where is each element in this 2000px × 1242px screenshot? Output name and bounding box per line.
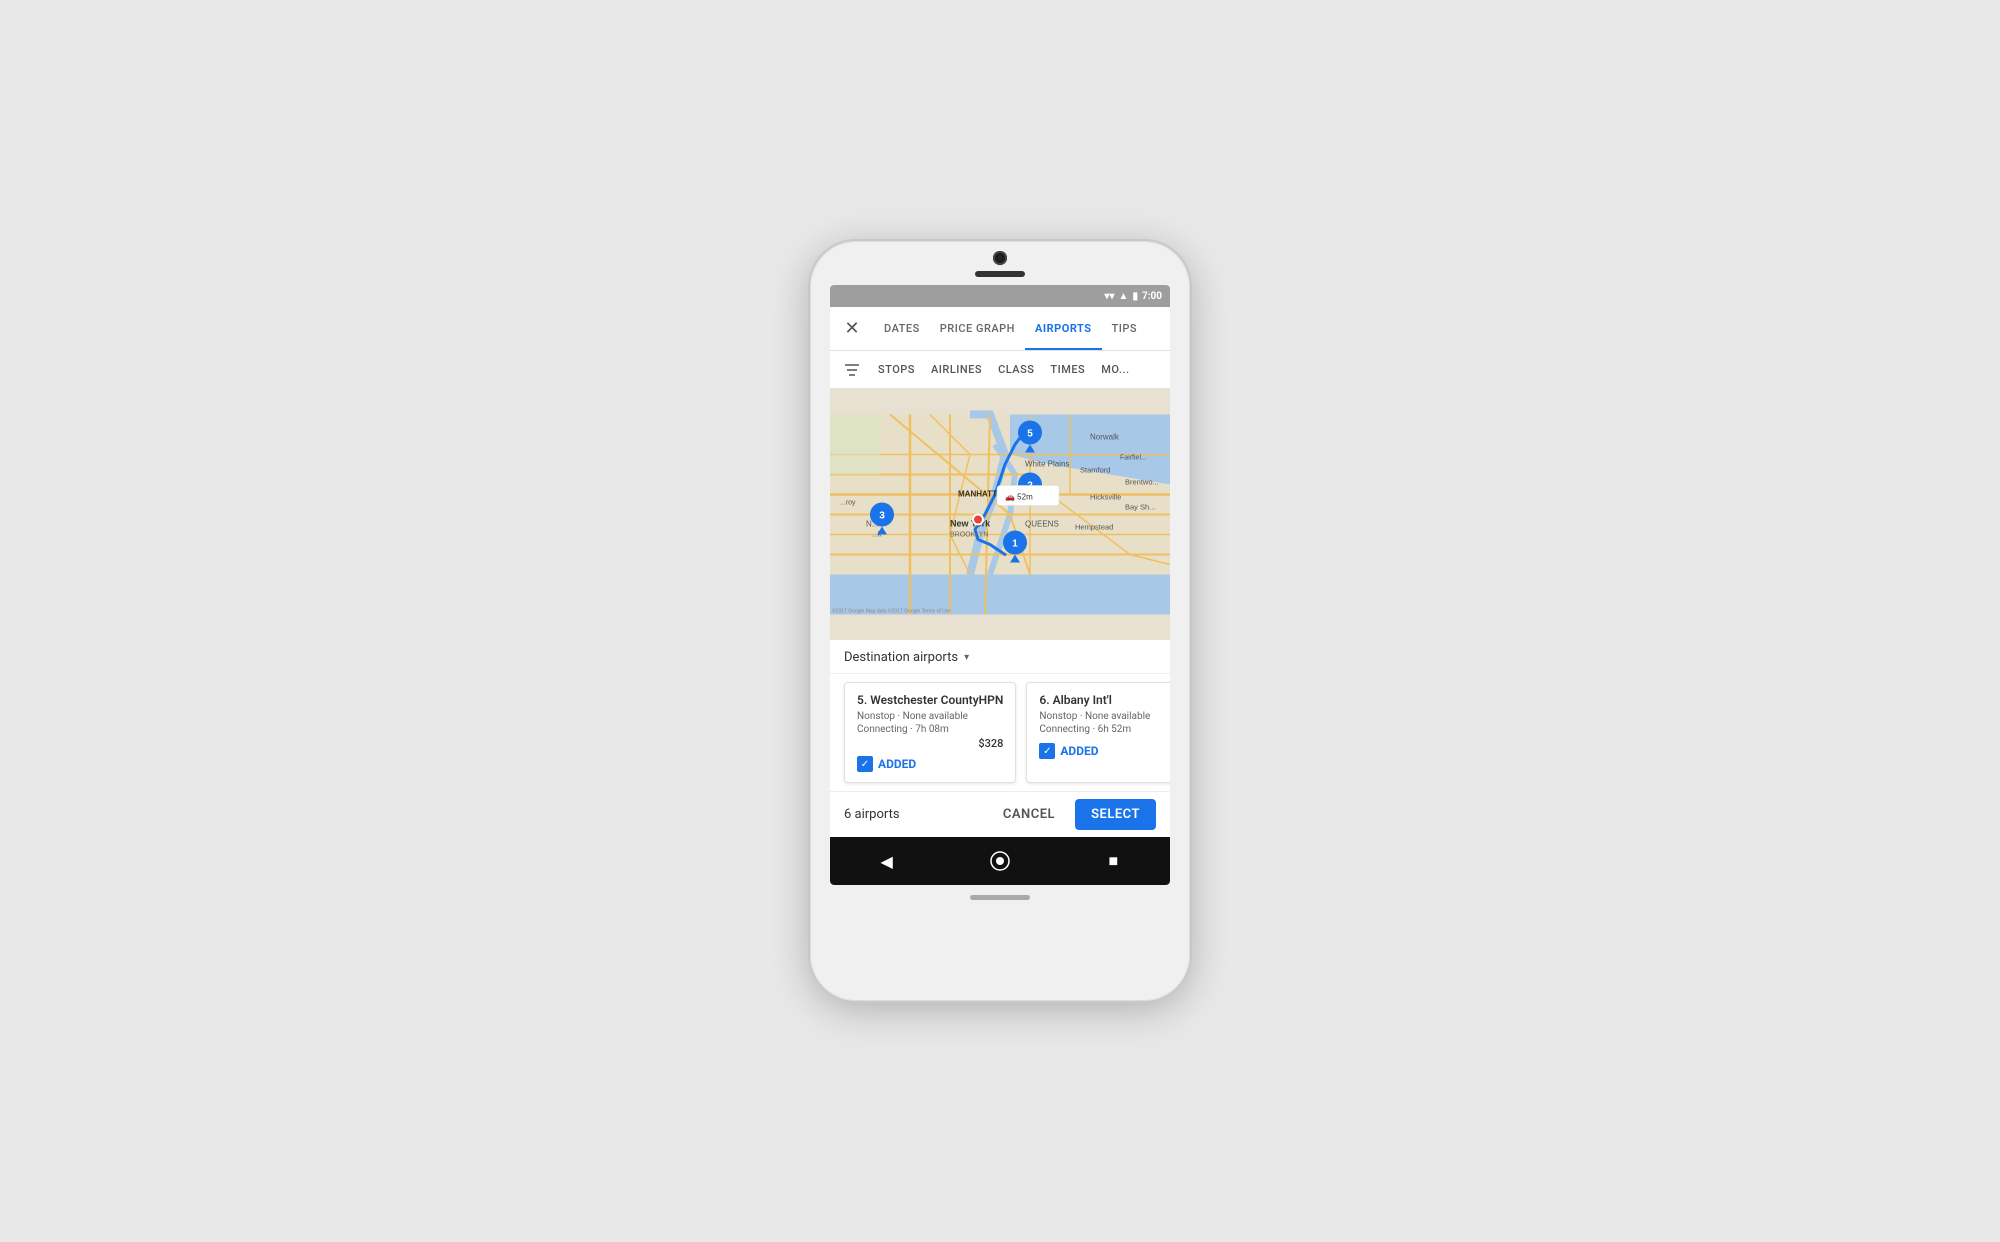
checkbox-hpn[interactable]: ✓	[857, 756, 873, 772]
card-alb-nonstop: Nonstop · None available	[1039, 711, 1170, 722]
airports-count: 6 airports	[844, 807, 900, 822]
airport-cards-list: 5. Westchester County HPN Nonstop · None…	[830, 674, 1170, 791]
svg-text:New York: New York	[950, 519, 991, 529]
top-nav: ✕ DATES PRICE GRAPH AIRPORTS TIPS	[830, 307, 1170, 351]
back-button[interactable]: ◀	[867, 841, 907, 881]
card-hpn-nonstop: Nonstop · None available	[857, 711, 1003, 722]
action-buttons: CANCEL SELECT	[995, 799, 1156, 830]
status-bar: ▾▾ ▲ ▮ 7:00	[830, 285, 1170, 307]
svg-text:1: 1	[1012, 539, 1018, 550]
filter-more[interactable]: MO...	[1093, 351, 1137, 389]
svg-text:Fairfiel...: Fairfiel...	[1120, 455, 1147, 462]
filter-bar: STOPS AIRLINES CLASS TIMES MO...	[830, 351, 1170, 389]
cancel-button[interactable]: CANCEL	[995, 801, 1063, 828]
close-button[interactable]: ✕	[830, 307, 874, 351]
bottom-panel: Destination airports ▾ 5. Westchester Co…	[830, 640, 1170, 837]
airport-card-hpn[interactable]: 5. Westchester County HPN Nonstop · None…	[844, 682, 1016, 783]
checkbox-alb[interactable]: ✓	[1039, 743, 1055, 759]
card-hpn-connecting: Connecting · 7h 08m	[857, 724, 1003, 735]
svg-text:©2017 Google Map data ©2017 Go: ©2017 Google Map data ©2017 Google Terms…	[832, 608, 951, 615]
svg-text:3: 3	[879, 511, 885, 522]
card-hpn-price: $328	[857, 737, 1003, 750]
filter-icon[interactable]	[834, 351, 870, 389]
card-alb-added[interactable]: ✓ ADDED	[1039, 743, 1170, 759]
phone-bottom-bar	[810, 885, 1190, 916]
status-icons: ▾▾ ▲ ▮ 7:00	[1105, 291, 1163, 302]
recents-button[interactable]: ■	[1093, 841, 1133, 881]
tab-price-graph[interactable]: PRICE GRAPH	[930, 307, 1025, 350]
home-button[interactable]	[980, 841, 1020, 881]
card-alb-header: 6. Albany Int'l	[1039, 693, 1170, 707]
svg-text:5: 5	[1027, 429, 1033, 440]
svg-text:🚗 52m: 🚗 52m	[1005, 493, 1033, 502]
svg-text:...roy: ...roy	[840, 500, 856, 507]
svg-text:Bay Sh...: Bay Sh...	[1125, 503, 1155, 512]
card-hpn-code: HPN	[979, 693, 1004, 707]
destination-label: Destination airports	[844, 650, 958, 665]
signal-icon: ▲	[1119, 291, 1129, 302]
tab-airports[interactable]: AIRPORTS	[1025, 307, 1102, 350]
bottom-nav: ◀ ■	[830, 837, 1170, 885]
svg-text:BROOKLYN: BROOKLYN	[950, 532, 988, 539]
card-hpn-header: 5. Westchester County HPN	[857, 693, 1003, 707]
added-label-hpn: ADDED	[878, 757, 916, 771]
card-hpn-name: 5. Westchester County	[857, 693, 979, 707]
added-label-alb: ADDED	[1060, 744, 1098, 758]
svg-text:Stamford: Stamford	[1080, 466, 1110, 475]
svg-text:Norwalk: Norwalk	[1090, 433, 1120, 442]
card-hpn-added[interactable]: ✓ ADDED	[857, 756, 1003, 772]
tab-dates[interactable]: DATES	[874, 307, 930, 350]
time-display: 7:00	[1142, 291, 1162, 302]
wifi-icon: ▾▾	[1105, 291, 1115, 302]
filter-tabs: STOPS AIRLINES CLASS TIMES MO...	[870, 351, 1166, 389]
check-icon-alb: ✓	[1043, 746, 1051, 757]
phone-frame: ▾▾ ▲ ▮ 7:00 ✕ DATES PRICE GRAPH AIRPORTS…	[810, 241, 1190, 1001]
check-icon: ✓	[861, 759, 869, 770]
svg-text:Brentwo...: Brentwo...	[1125, 478, 1159, 487]
filter-times[interactable]: TIMES	[1042, 351, 1093, 389]
select-button[interactable]: SELECT	[1075, 799, 1156, 830]
nav-tabs: DATES PRICE GRAPH AIRPORTS TIPS	[874, 307, 1170, 350]
destination-header[interactable]: Destination airports ▾	[830, 640, 1170, 674]
svg-text:White Plains: White Plains	[1025, 460, 1069, 469]
card-alb-name: 6. Albany Int'l	[1039, 693, 1112, 707]
home-indicator	[970, 895, 1030, 900]
phone-screen: ▾▾ ▲ ▮ 7:00 ✕ DATES PRICE GRAPH AIRPORTS…	[830, 285, 1170, 885]
svg-text:Hempstead: Hempstead	[1075, 523, 1113, 532]
tab-tips[interactable]: TIPS	[1102, 307, 1148, 350]
filter-stops[interactable]: STOPS	[870, 351, 923, 389]
speaker	[975, 271, 1025, 277]
card-alb-connecting: Connecting · 6h 52m	[1039, 724, 1170, 735]
svg-text:Hicksville: Hicksville	[1090, 493, 1121, 502]
dropdown-arrow-icon: ▾	[964, 652, 969, 663]
svg-text:QUEENS: QUEENS	[1025, 520, 1059, 529]
camera	[993, 251, 1007, 265]
battery-icon: ▮	[1132, 291, 1138, 302]
action-bar: 6 airports CANCEL SELECT	[830, 791, 1170, 837]
filter-airlines[interactable]: AIRLINES	[923, 351, 990, 389]
filter-class[interactable]: CLASS	[990, 351, 1042, 389]
map-area[interactable]: Norwalk Fairfiel... Stamford White Plain…	[830, 389, 1170, 640]
phone-top-bar	[810, 241, 1190, 285]
airport-card-alb[interactable]: 6. Albany Int'l Nonstop · None available…	[1026, 682, 1170, 783]
